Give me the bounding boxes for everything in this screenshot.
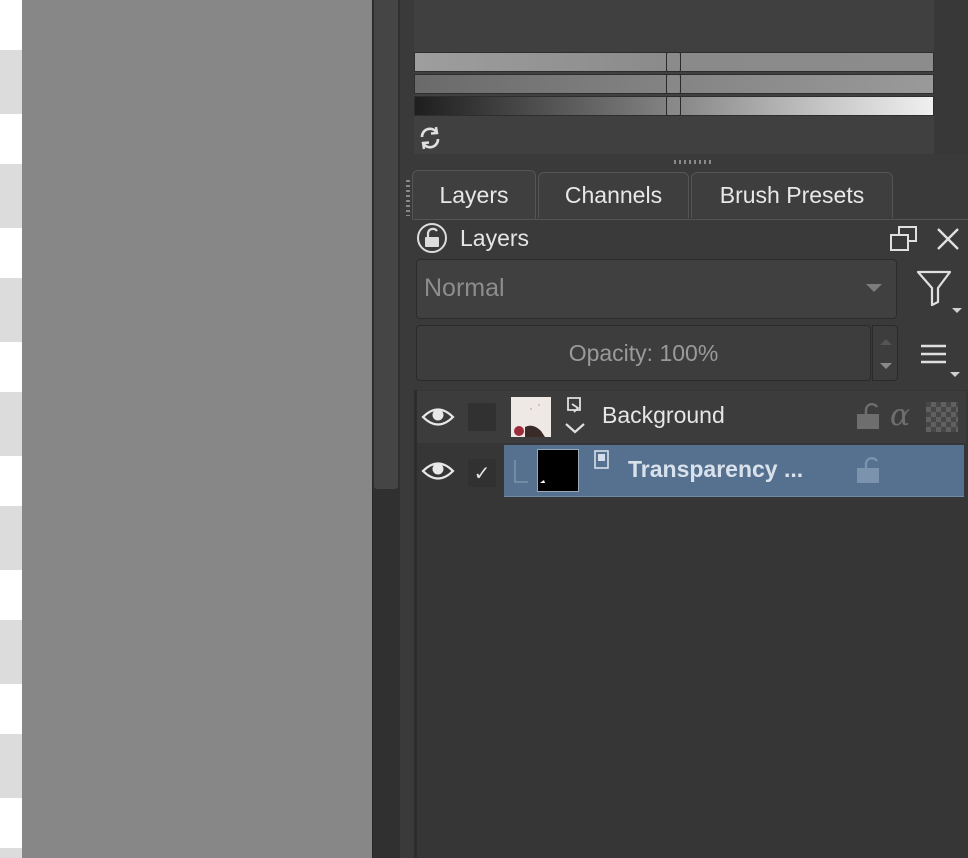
docker-gutter (400, 0, 414, 858)
refresh-icon (420, 126, 440, 150)
alpha-icon[interactable]: α (890, 398, 910, 433)
layer-filter-button[interactable] (910, 262, 964, 318)
close-icon (937, 228, 959, 250)
opacity-slider[interactable]: Opacity: 100% (416, 325, 871, 381)
layer-thumbnail (511, 397, 551, 437)
canvas-checkerboard (0, 0, 22, 858)
close-docker-button[interactable] (933, 224, 963, 254)
filter-icon (916, 270, 962, 313)
layer-name[interactable]: Transparency ... (628, 456, 803, 483)
tab-channels[interactable]: Channels (538, 172, 689, 218)
opacity-label: Opacity: 100% (568, 339, 719, 366)
float-icon (890, 226, 917, 251)
layer-name[interactable]: Background (602, 402, 725, 429)
layer-checkbox-checked[interactable]: ✓ (468, 459, 496, 487)
scrollbar-thumb[interactable] (374, 0, 398, 489)
color-panel-margin (934, 0, 968, 154)
float-docker-button[interactable] (888, 224, 920, 254)
blend-mode-value: Normal (424, 274, 505, 302)
slider-handle-3[interactable] (666, 96, 681, 116)
tab-brush-presets[interactable]: Brush Presets (691, 172, 893, 218)
docker-title: Layers (460, 225, 530, 251)
panel-splitter-handle[interactable] (674, 160, 712, 164)
transparency-mask-icon (593, 450, 611, 470)
eye-icon[interactable] (421, 458, 455, 484)
layer-lock-icon[interactable] (856, 402, 882, 430)
mask-thumbnail (537, 449, 579, 492)
hamburger-menu-icon (921, 344, 960, 377)
layer-menu-button[interactable] (916, 340, 962, 382)
opacity-spinbox[interactable] (872, 325, 898, 381)
refresh-button[interactable] (416, 124, 444, 152)
lock-icon (417, 223, 447, 253)
layer-lock-icon[interactable] (856, 456, 882, 484)
inherit-alpha-icon[interactable] (562, 394, 588, 438)
layer-checkbox[interactable] (468, 403, 496, 431)
docker-drag-handle[interactable] (406, 180, 410, 216)
chevron-down-icon (866, 284, 882, 292)
alpha-lock-icon[interactable] (926, 402, 958, 432)
spin-arrows-icon (880, 339, 892, 369)
slider-handle-2[interactable] (666, 74, 681, 94)
canvas-area[interactable] (22, 0, 372, 858)
slider-handle-1[interactable] (666, 52, 681, 72)
tab-layers[interactable]: Layers (412, 170, 536, 220)
lock-docker-button[interactable] (416, 222, 448, 254)
eye-icon[interactable] (421, 404, 455, 430)
child-indent-line (512, 458, 530, 484)
